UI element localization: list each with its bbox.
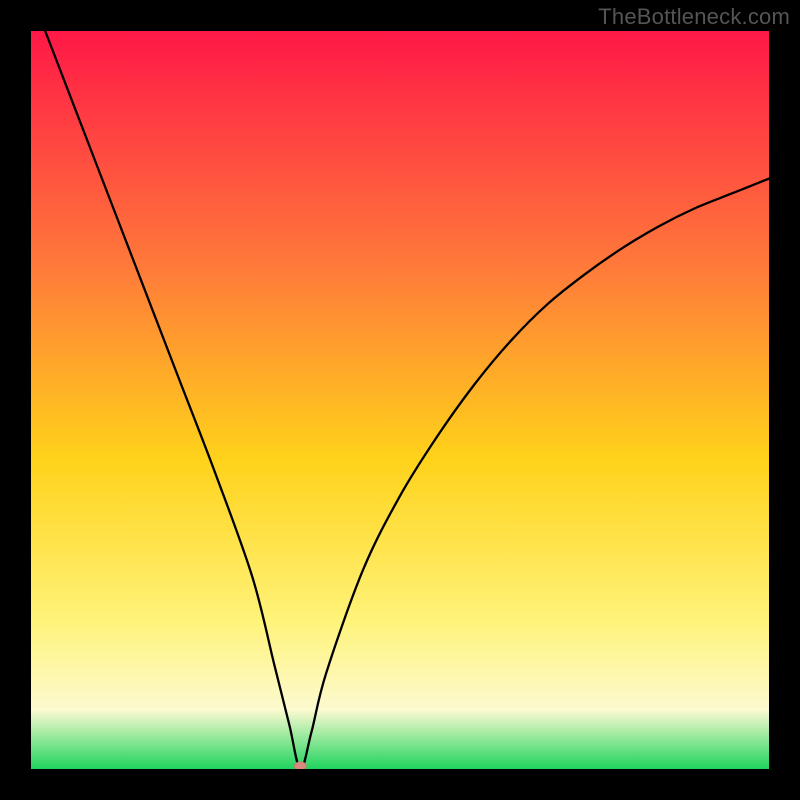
plot-area: [31, 31, 769, 769]
chart-frame: TheBottleneck.com: [0, 0, 800, 800]
gradient-background: [31, 31, 769, 769]
chart-svg: [31, 31, 769, 769]
watermark-text: TheBottleneck.com: [598, 4, 790, 30]
min-marker: [294, 762, 306, 769]
